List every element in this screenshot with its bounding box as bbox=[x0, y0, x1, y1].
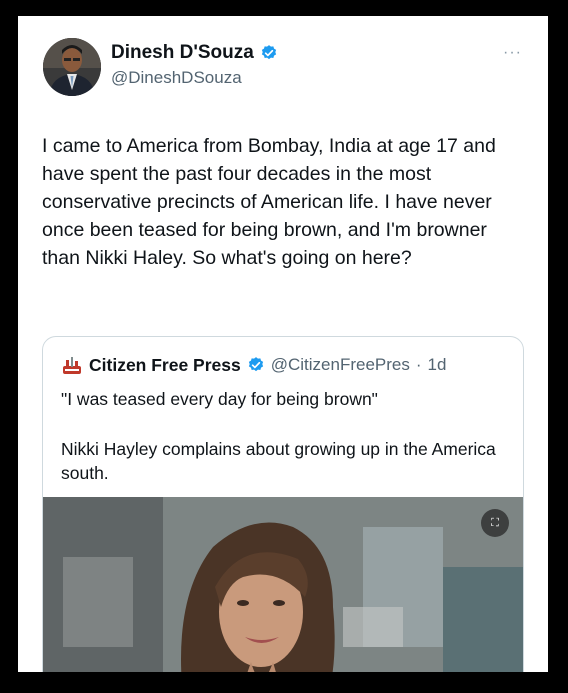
quoted-text-line-2: Nikki Hayley complains about growing up … bbox=[61, 439, 496, 483]
quoted-author-name[interactable]: Citizen Free Press bbox=[89, 355, 241, 376]
tweet-card: Dinesh D'Souza @DineshDSouza ··· I came … bbox=[18, 16, 548, 672]
quoted-tweet-media[interactable]: ⛶ bbox=[43, 497, 523, 672]
quoted-tweet-header: Citizen Free Press @CitizenFreePres · 1d bbox=[61, 354, 446, 376]
tweet-text: I came to America from Bombay, India at … bbox=[42, 135, 496, 269]
separator-dot: · bbox=[415, 355, 422, 374]
quoted-tweet-text: "I was teased every day for being brown"… bbox=[61, 387, 501, 485]
content-warning-icon[interactable]: ⛶ bbox=[481, 509, 509, 537]
media-photo bbox=[43, 497, 523, 672]
more-options-icon[interactable]: ··· bbox=[503, 44, 522, 62]
author-handle[interactable]: @DineshDSouza bbox=[111, 68, 242, 88]
author-avatar[interactable] bbox=[43, 38, 101, 96]
quoted-timestamp[interactable]: 1d bbox=[428, 355, 447, 375]
citizen-free-press-logo-icon bbox=[63, 357, 81, 374]
author-name-row: Dinesh D'Souza bbox=[111, 42, 278, 64]
quoted-text-line-1: "I was teased every day for being brown" bbox=[61, 389, 378, 409]
verified-badge-icon bbox=[261, 45, 276, 60]
avatar-image bbox=[43, 38, 101, 96]
verified-badge-icon bbox=[248, 357, 263, 372]
quoted-tweet[interactable]: Citizen Free Press @CitizenFreePres · 1d… bbox=[42, 336, 524, 672]
author-name[interactable]: Dinesh D'Souza bbox=[111, 42, 254, 64]
quoted-author-handle[interactable]: @CitizenFreePres bbox=[271, 355, 410, 375]
